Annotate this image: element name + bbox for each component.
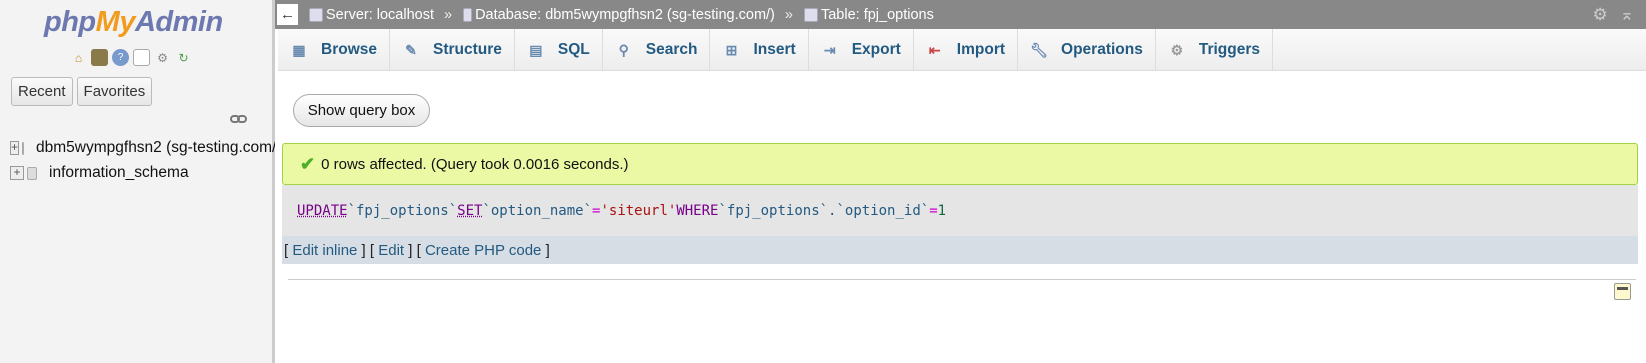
tab-label: Import [956,41,1006,58]
topbar-actions: ⚙ ⌅ [1593,5,1635,25]
breadcrumb: ← Server: localhost » Database: dbm5wymp… [275,0,1646,29]
recent-button[interactable]: Recent [11,77,73,106]
table-icon [803,7,818,22]
structure-icon: ✎ [405,41,417,58]
sql-number-value: 1 [937,202,947,219]
search-icon: ⚲ [618,41,629,58]
server-icon [309,7,323,22]
favorites-button[interactable]: Favorites [76,77,153,106]
documentation-icon[interactable] [133,49,150,66]
wrench-icon: 🔧︎ [1030,41,1048,58]
tab-label: Operations [1061,41,1143,58]
bracket-text: ] [ [404,241,425,259]
query-actions: [ Edit inline ] [ Edit ] [ Create PHP co… [282,236,1638,264]
nav-tabs: Recent Favorites [11,77,153,106]
check-icon: ✔ [300,153,316,174]
insert-icon: ⊞ [725,41,738,58]
tab-export[interactable]: ⇥ Export [809,29,914,71]
breadcrumb-table-label: Table: fpj_options [820,6,934,23]
triggers-icon: ⚙ [1170,41,1184,58]
sql-table-identifier: `fpj_options` [347,202,458,219]
sql-keyword-update[interactable]: UPDATE [297,203,348,219]
success-text: 0 rows affected. (Query took 0.0016 seco… [321,155,629,173]
tab-label: Triggers [1198,41,1261,58]
tab-insert[interactable]: ⊞ Insert [710,29,809,71]
logo-php: php [44,6,96,38]
bracket-text: [ [284,241,293,259]
breadcrumb-database[interactable]: Database: dbm5wympgfhsn2 (sg-testing.com… [463,7,775,23]
bracket-text: ] [ [357,241,379,259]
database-name[interactable]: dbm5wympgfhsn2 (sg-testing.com/) [36,139,275,157]
tab-search[interactable]: ⚲ Search [603,29,711,71]
divider [288,279,1636,280]
database-icon [27,166,37,180]
import-icon: ⇤ [928,41,941,58]
collapse-top-icon[interactable]: ⌅ [1620,5,1634,25]
tab-label: Search [645,41,698,58]
tab-label: Browse [321,41,377,58]
tab-label: Insert [753,41,796,58]
success-message: ✔ 0 rows affected. (Query took 0.0016 se… [282,143,1638,185]
edit-inline-link[interactable]: Edit inline [292,242,357,259]
tab-triggers[interactable]: ⚙ Triggers [1156,29,1274,71]
database-icon [22,141,25,155]
expand-icon[interactable]: + [10,141,20,155]
link-with-main-panel-icon[interactable] [230,114,247,124]
export-icon: ⇥ [823,41,836,58]
gear-icon[interactable]: ⚙ [1593,5,1608,25]
table-tabs: ▦ Browse ✎ Structure ▤ SQL ⚲ Search ⊞ In… [278,29,1646,71]
tab-import[interactable]: ⇤ Import [914,29,1019,71]
tab-sql[interactable]: ▤ SQL [515,29,603,71]
tab-label: SQL [557,41,590,58]
breadcrumb-database-label: Database: dbm5wympgfhsn2 (sg-testing.com… [475,6,775,23]
help-icon[interactable]: ? [112,49,129,66]
breadcrumb-server-label: Server: localhost [326,6,434,23]
breadcrumb-separator: » [784,6,793,23]
database-icon [463,7,473,22]
tab-browse[interactable]: ▦ Browse [278,29,390,71]
expand-icon[interactable]: + [10,166,24,180]
browse-icon: ▦ [292,41,306,58]
home-icon[interactable]: ⌂ [70,49,87,66]
breadcrumb-table[interactable]: Table: fpj_options [803,6,934,23]
reload-icon[interactable]: ↻ [175,49,192,66]
phpmyadmin-logo[interactable]: phpMyAdmin [44,6,223,39]
sql-query-display: UPDATE `fpj_options` SET `option_name` =… [282,185,1638,236]
database-item[interactable]: + dbm5wympgfhsn2 (sg-testing.com/) [10,139,275,157]
sql-string-value: 'siteurl' [600,202,677,219]
collapse-nav-button[interactable]: ← [277,4,298,25]
logout-icon[interactable] [91,49,108,66]
navigation-panel: phpMyAdmin ⌂ ? ⚙ ↻ Recent Favorites + db… [0,0,275,363]
tab-label: Export [851,41,901,58]
tab-operations[interactable]: 🔧︎ Operations [1018,29,1156,71]
settings-icon[interactable]: ⚙ [154,49,171,66]
logo-my: My [95,6,136,38]
database-item[interactable]: + information_schema [10,164,275,182]
tab-label: Structure [433,41,502,58]
sql-operator: = [929,202,938,219]
tab-structure[interactable]: ✎ Structure [390,29,515,71]
edit-link[interactable]: Edit [378,242,404,259]
database-name[interactable]: information_schema [49,164,189,182]
sql-qualified-identifier: `fpj_options`.`option_id` [718,202,930,219]
logo-admin: Admin [134,6,223,38]
sql-operator: = [592,202,601,219]
sql-column-identifier: `option_name` [482,202,593,219]
breadcrumb-server[interactable]: Server: localhost [309,7,434,23]
sql-keyword-where: WHERE [676,202,719,219]
create-php-code-link[interactable]: Create PHP code [425,242,541,259]
nav-icon-bar: ⌂ ? ⚙ ↻ [70,49,192,66]
sql-keyword-set[interactable]: SET [457,203,482,219]
bracket-text: ] [541,241,550,259]
breadcrumb-separator: » [444,6,453,23]
console-icon[interactable] [1614,283,1631,300]
show-query-box-button[interactable]: Show query box [293,94,430,127]
sql-icon: ▤ [529,41,543,58]
